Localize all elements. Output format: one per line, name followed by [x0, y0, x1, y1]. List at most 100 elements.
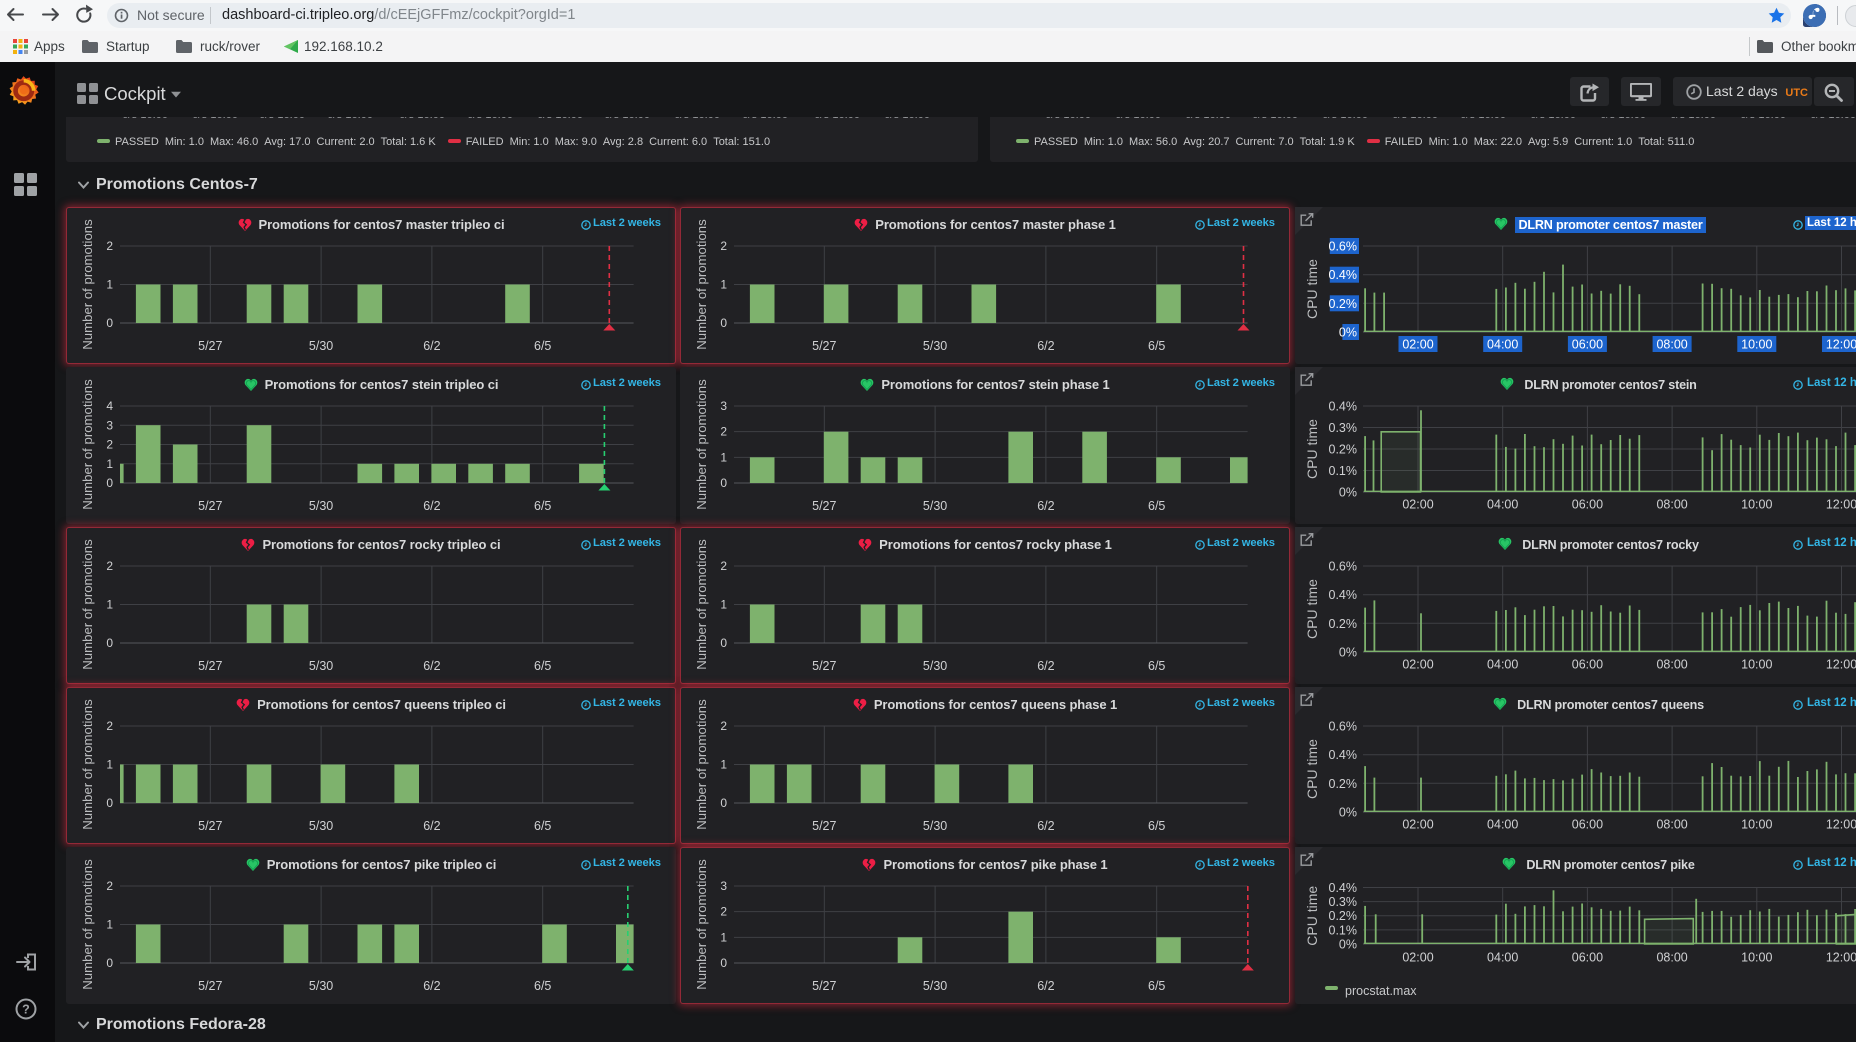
svg-text:Number of promotions: Number of promotions — [694, 699, 709, 830]
svg-text:02:00: 02:00 — [1402, 818, 1433, 832]
svg-text:2: 2 — [720, 559, 727, 573]
svg-text:1: 1 — [106, 758, 113, 772]
svg-text:procstat.max: procstat.max — [1345, 984, 1417, 998]
svg-text:0.2%: 0.2% — [1329, 297, 1358, 311]
svg-text:0: 0 — [720, 796, 727, 810]
svg-text:04:00: 04:00 — [1487, 338, 1518, 352]
svg-text:02:00: 02:00 — [1402, 338, 1433, 352]
svg-text:0%: 0% — [1339, 938, 1357, 952]
svg-text:6/2: 6/2 — [423, 979, 440, 993]
svg-text:0: 0 — [106, 636, 113, 650]
svg-text:10:00: 10:00 — [1741, 951, 1772, 965]
svg-text:0.6%: 0.6% — [1329, 560, 1358, 574]
svg-text:06:00: 06:00 — [1572, 951, 1603, 965]
svg-text:4: 4 — [106, 399, 113, 413]
svg-text:6/5: 6/5 — [1148, 979, 1165, 993]
svg-text:2: 2 — [720, 425, 727, 439]
svg-text:10:00: 10:00 — [1741, 338, 1772, 352]
svg-text:0%: 0% — [1339, 806, 1357, 820]
svg-text:1: 1 — [720, 758, 727, 772]
svg-text:0.4%: 0.4% — [1329, 400, 1358, 414]
svg-text:0.2%: 0.2% — [1329, 443, 1358, 457]
svg-text:Number of promotions: Number of promotions — [694, 859, 709, 990]
svg-text:2: 2 — [720, 905, 727, 919]
svg-text:0.1%: 0.1% — [1329, 464, 1358, 478]
svg-text:5/30: 5/30 — [309, 979, 333, 993]
svg-text:0: 0 — [106, 956, 113, 970]
svg-text:5/27: 5/27 — [198, 499, 222, 513]
svg-text:Number of promotions: Number of promotions — [80, 219, 95, 350]
svg-text:0.3%: 0.3% — [1329, 421, 1358, 435]
svg-text:0: 0 — [720, 476, 727, 490]
svg-text:02:00: 02:00 — [1402, 658, 1433, 672]
svg-text:0%: 0% — [1339, 646, 1357, 660]
svg-text:2: 2 — [106, 879, 113, 893]
svg-text:5/30: 5/30 — [923, 819, 947, 833]
svg-text:04:00: 04:00 — [1487, 498, 1518, 512]
svg-text:0.4%: 0.4% — [1329, 268, 1358, 282]
svg-text:1: 1 — [720, 930, 727, 944]
svg-text:6/2: 6/2 — [1037, 499, 1054, 513]
svg-text:5/30: 5/30 — [923, 339, 947, 353]
svg-text:08:00: 08:00 — [1656, 951, 1687, 965]
svg-text:0: 0 — [106, 476, 113, 490]
svg-text:CPU time: CPU time — [1304, 259, 1320, 319]
svg-text:04:00: 04:00 — [1487, 658, 1518, 672]
svg-text:6/2: 6/2 — [423, 659, 440, 673]
svg-text:12:00: 12:00 — [1826, 338, 1856, 352]
svg-text:2: 2 — [106, 559, 113, 573]
svg-text:0.4%: 0.4% — [1329, 588, 1358, 602]
svg-text:06:00: 06:00 — [1572, 498, 1603, 512]
svg-text:5/27: 5/27 — [812, 819, 836, 833]
svg-text:08:00: 08:00 — [1656, 818, 1687, 832]
svg-text:1: 1 — [106, 457, 113, 471]
svg-text:0: 0 — [720, 316, 727, 330]
svg-text:12:00: 12:00 — [1826, 951, 1856, 965]
svg-text:5/27: 5/27 — [198, 979, 222, 993]
svg-text:6/5: 6/5 — [1148, 339, 1165, 353]
svg-text:0: 0 — [720, 636, 727, 650]
svg-text:5/27: 5/27 — [812, 499, 836, 513]
svg-text:2: 2 — [720, 719, 727, 733]
svg-text:1: 1 — [720, 450, 727, 464]
svg-text:CPU time: CPU time — [1304, 739, 1320, 799]
svg-text:3: 3 — [106, 418, 113, 432]
svg-text:Number of promotions: Number of promotions — [694, 379, 709, 510]
svg-text:2: 2 — [106, 719, 113, 733]
svg-text:12:00: 12:00 — [1826, 658, 1856, 672]
svg-text:2: 2 — [106, 239, 113, 253]
svg-text:Number of promotions: Number of promotions — [80, 699, 95, 830]
svg-text:6/5: 6/5 — [1148, 499, 1165, 513]
svg-text:06:00: 06:00 — [1572, 338, 1603, 352]
svg-text:5/27: 5/27 — [198, 339, 222, 353]
svg-text:6/2: 6/2 — [1037, 979, 1054, 993]
svg-text:0.6%: 0.6% — [1329, 240, 1358, 254]
svg-text:Number of promotions: Number of promotions — [80, 539, 95, 670]
svg-text:3: 3 — [720, 879, 727, 893]
svg-text:04:00: 04:00 — [1487, 951, 1518, 965]
svg-text:Number of promotions: Number of promotions — [694, 219, 709, 350]
svg-text:0%: 0% — [1339, 486, 1357, 500]
svg-text:6/5: 6/5 — [1148, 819, 1165, 833]
svg-text:08:00: 08:00 — [1656, 498, 1687, 512]
svg-text:Number of promotions: Number of promotions — [694, 539, 709, 670]
svg-text:0.2%: 0.2% — [1329, 909, 1358, 923]
svg-text:02:00: 02:00 — [1402, 951, 1433, 965]
svg-text:Number of promotions: Number of promotions — [80, 379, 95, 510]
svg-text:3: 3 — [720, 399, 727, 413]
svg-text:1: 1 — [106, 598, 113, 612]
svg-text:6/5: 6/5 — [534, 819, 551, 833]
svg-text:6/5: 6/5 — [534, 339, 551, 353]
svg-text:6/2: 6/2 — [1037, 339, 1054, 353]
svg-text:08:00: 08:00 — [1656, 658, 1687, 672]
svg-text:5/30: 5/30 — [923, 659, 947, 673]
svg-text:5/27: 5/27 — [812, 979, 836, 993]
svg-text:6/2: 6/2 — [423, 499, 440, 513]
svg-text:1: 1 — [106, 918, 113, 932]
svg-text:5/27: 5/27 — [812, 659, 836, 673]
svg-text:02:00: 02:00 — [1402, 498, 1433, 512]
svg-text:6/5: 6/5 — [534, 499, 551, 513]
svg-text:0.2%: 0.2% — [1329, 617, 1358, 631]
svg-text:6/2: 6/2 — [423, 819, 440, 833]
svg-text:5/30: 5/30 — [309, 339, 333, 353]
